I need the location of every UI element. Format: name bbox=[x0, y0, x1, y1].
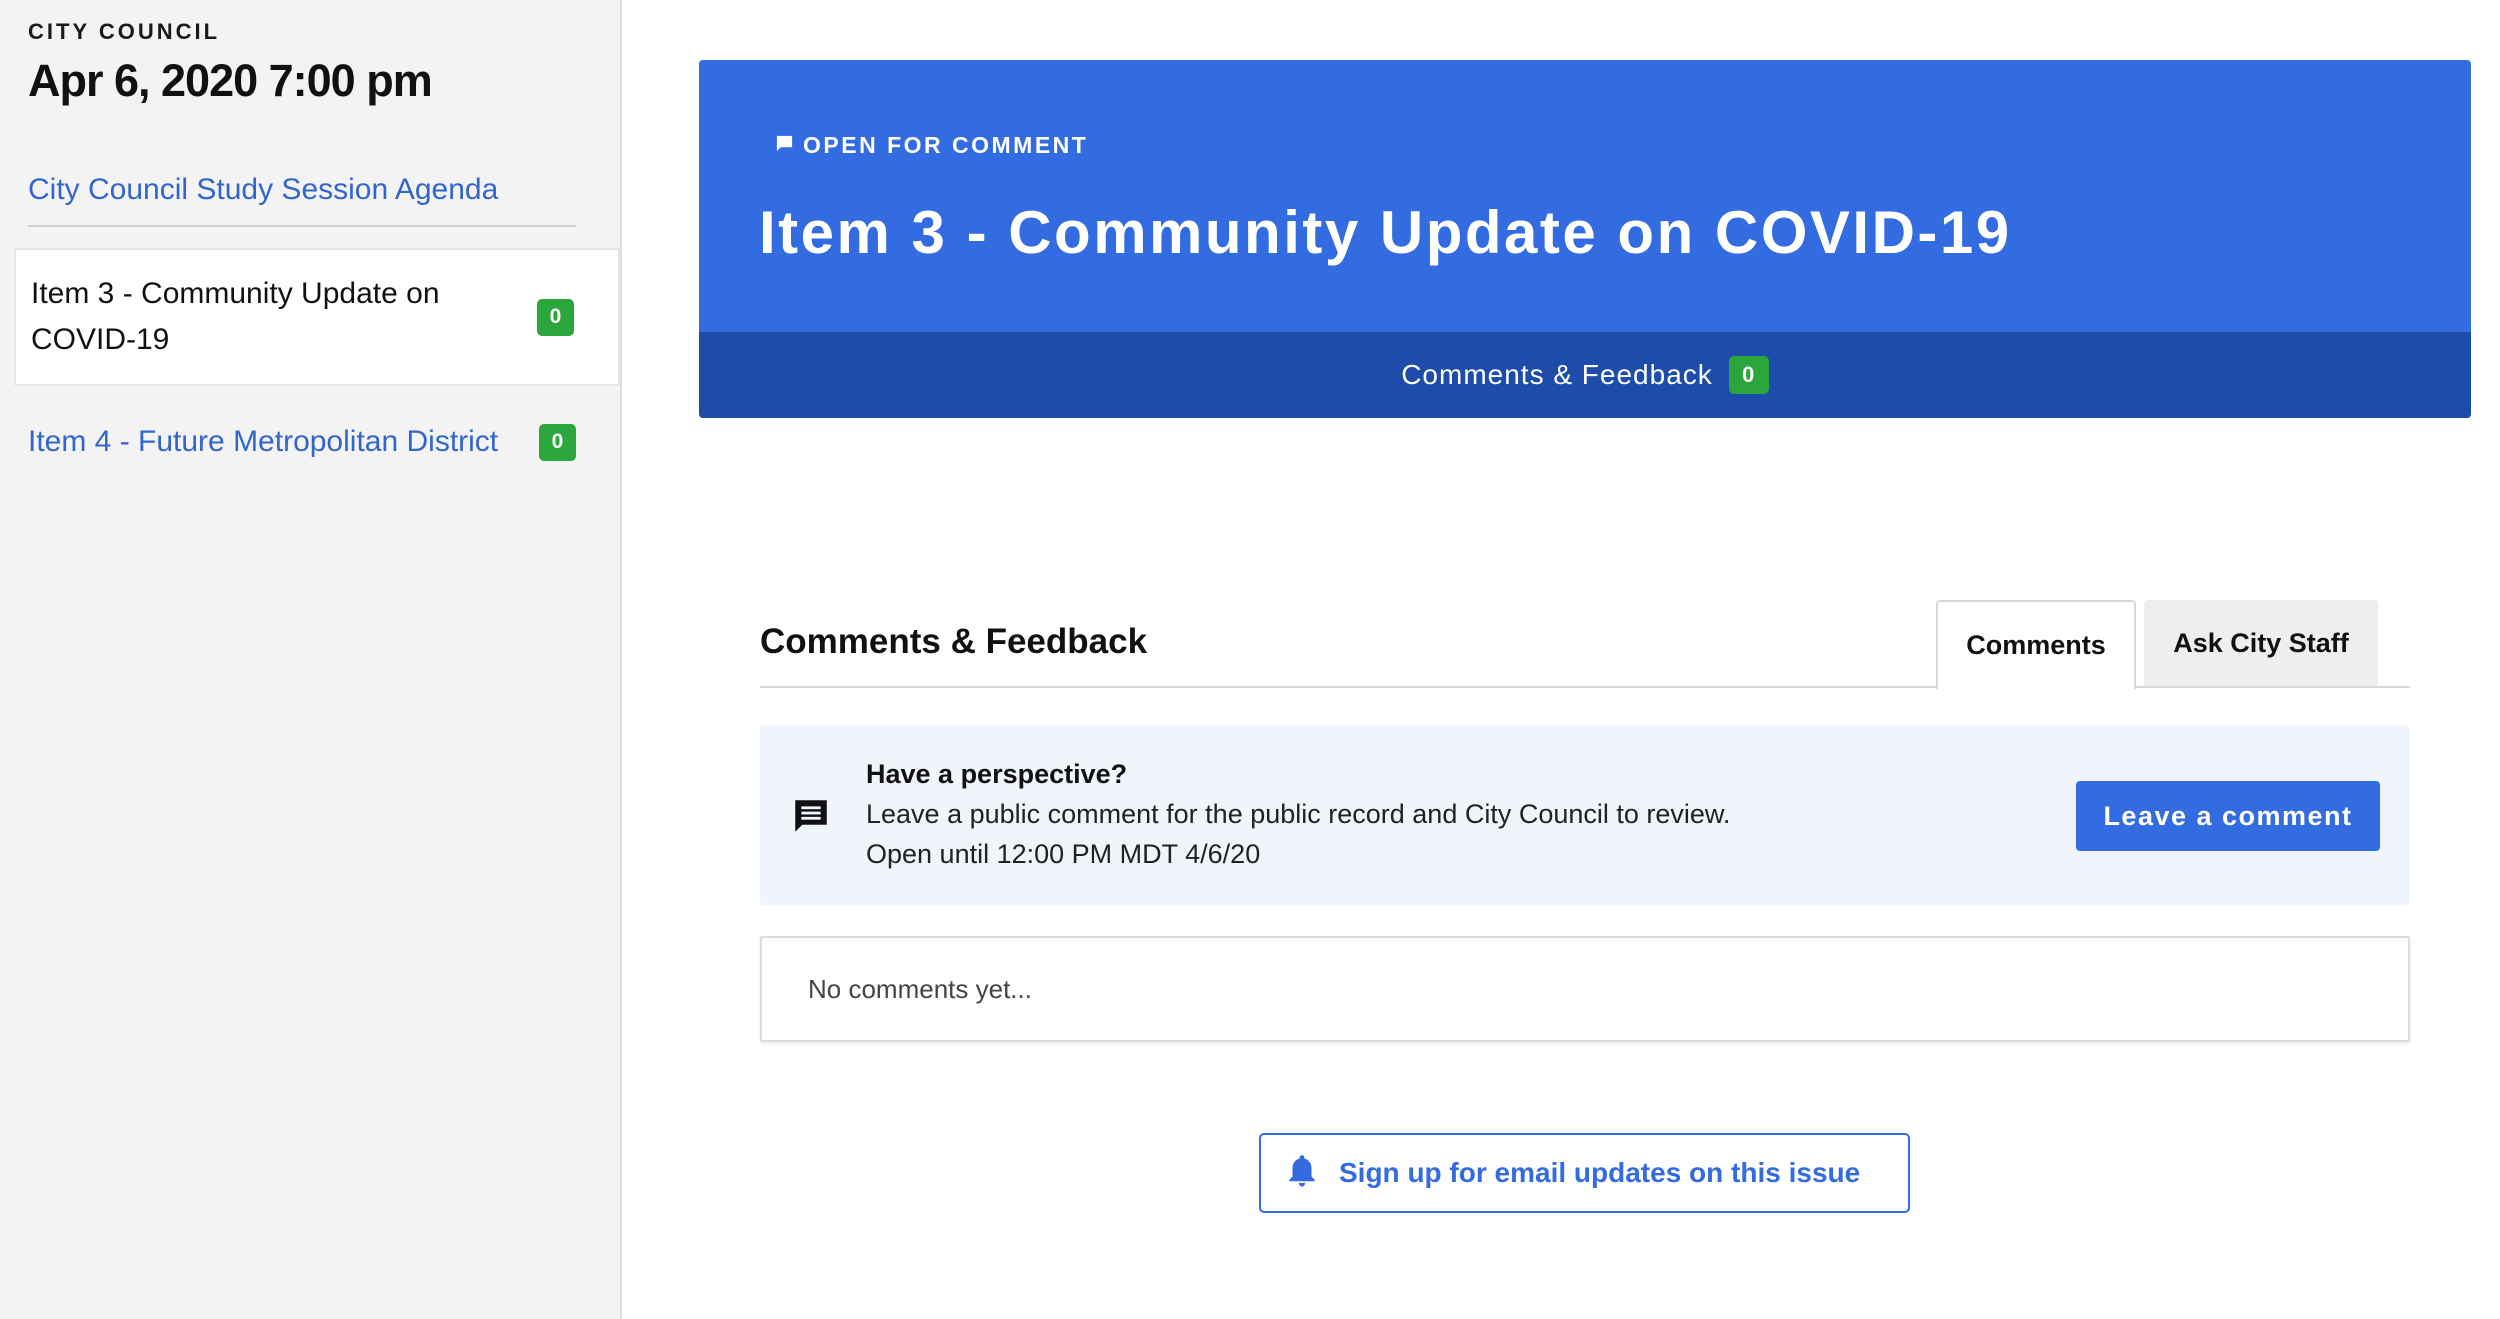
email-updates-label: Sign up for email updates on this issue bbox=[1339, 1157, 1861, 1188]
comment-count-badge: 0 bbox=[1728, 356, 1769, 394]
item-hero: OPEN FOR COMMENT Item 3 - Community Upda… bbox=[699, 60, 2471, 418]
email-updates-button[interactable]: Sign up for email updates on this issue bbox=[1259, 1133, 1910, 1213]
tab-label: Comments & Feedback bbox=[1401, 359, 1713, 390]
prompt-description: Leave a public comment for the public re… bbox=[866, 799, 1731, 829]
bell-icon bbox=[1283, 1151, 1339, 1196]
comment-deadline: Open until 12:00 PM MDT 4/6/20 bbox=[866, 839, 1261, 869]
status-label: OPEN FOR COMMENT bbox=[803, 132, 1089, 158]
sidebar-item-item-3[interactable]: Item 3 - Community Update on COVID-19 0 bbox=[14, 248, 620, 386]
status-badge: OPEN FOR COMMENT bbox=[775, 132, 1088, 159]
flag-icon bbox=[775, 132, 803, 159]
hero-tab-bar: Comments & Feedback 0 bbox=[699, 332, 2471, 418]
comments-section-header: Comments & Feedback Comments Ask City St… bbox=[760, 600, 2410, 690]
org-label: CITY COUNCIL bbox=[28, 19, 221, 44]
sidebar: CITY COUNCIL Apr 6, 2020 7:00 pm City Co… bbox=[0, 0, 622, 1319]
tab-comments[interactable]: Comments bbox=[1936, 600, 2136, 690]
tab-ask-city-staff[interactable]: Ask City Staff bbox=[2144, 600, 2378, 686]
comment-count-badge: 0 bbox=[539, 423, 576, 461]
sidebar-item-label: Item 3 - Community Update on COVID-19 bbox=[31, 277, 440, 356]
agenda-link[interactable]: City Council Study Session Agenda bbox=[28, 173, 576, 227]
comment-count-badge: 0 bbox=[537, 298, 574, 336]
sidebar-item-label: Item 4 - Future Metropolitan District bbox=[28, 425, 499, 458]
comments-list: No comments yet... bbox=[760, 936, 2410, 1042]
page-title: Item 3 - Community Update on COVID-19 bbox=[759, 199, 2012, 266]
section-title: Comments & Feedback bbox=[760, 622, 1148, 661]
meeting-date: Apr 6, 2020 7:00 pm bbox=[28, 55, 433, 106]
prompt-heading: Have a perspective? bbox=[866, 759, 1128, 789]
comment-icon bbox=[790, 795, 832, 842]
tab-comments-feedback[interactable]: Comments & Feedback 0 bbox=[1401, 356, 1769, 394]
leave-comment-button[interactable]: Leave a comment bbox=[2076, 781, 2380, 851]
empty-comments-message: No comments yet... bbox=[808, 974, 1032, 1004]
sidebar-item-item-4[interactable]: Item 4 - Future Metropolitan District 0 bbox=[14, 414, 620, 470]
comment-prompt: Have a perspective? Leave a public comme… bbox=[760, 725, 2410, 905]
